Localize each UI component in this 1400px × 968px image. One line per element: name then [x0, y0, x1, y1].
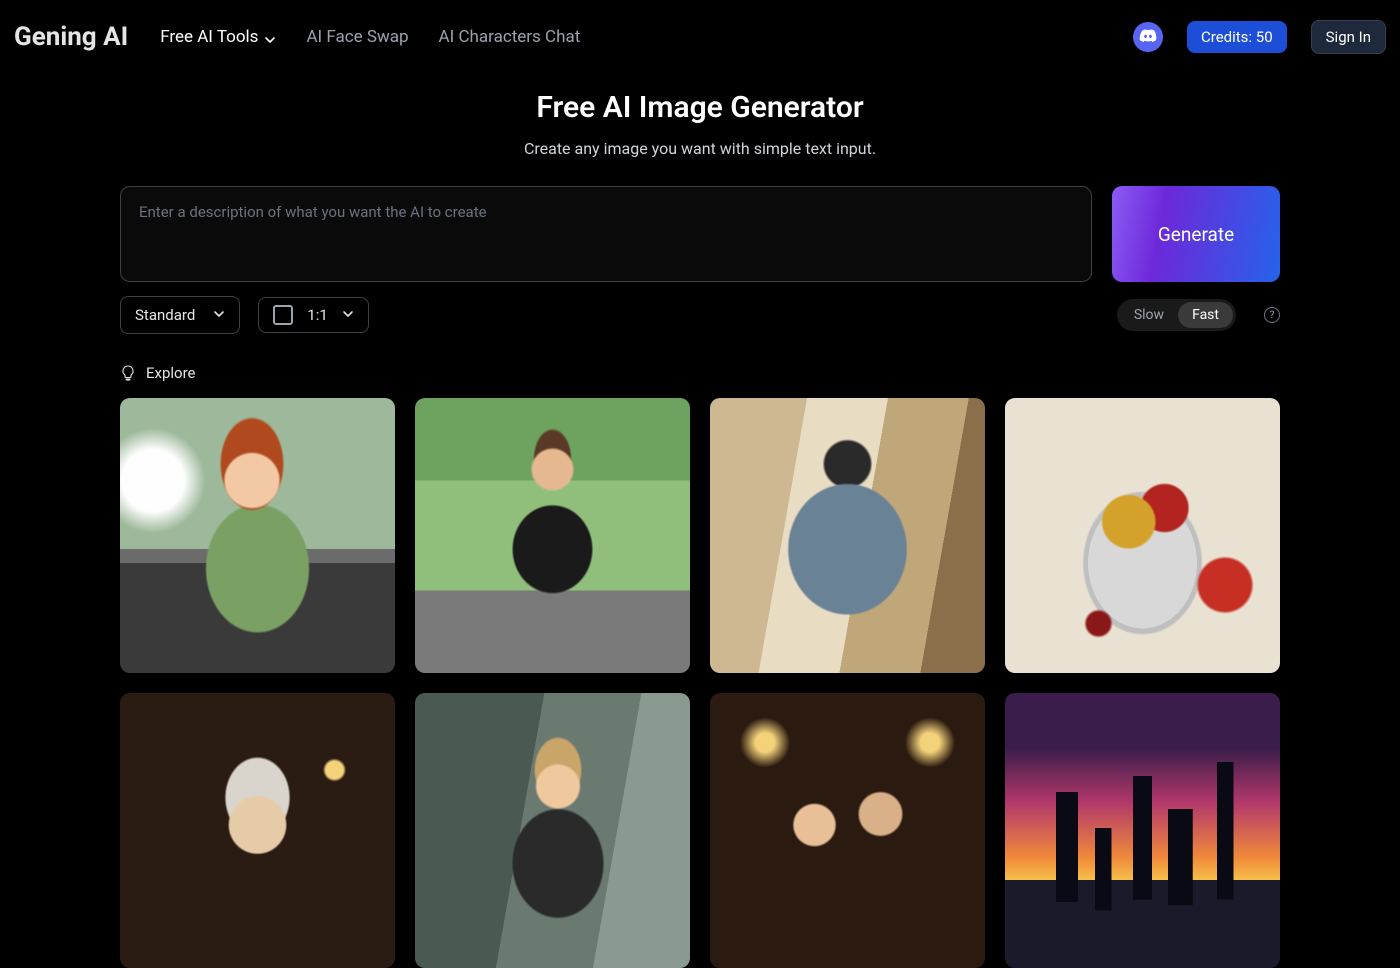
navbar: Gening AI Free AI Tools AI Face Swap AI … — [0, 0, 1400, 74]
lightbulb-icon — [120, 365, 136, 381]
chevron-down-icon — [342, 306, 354, 324]
speed-fast-option[interactable]: Fast — [1178, 302, 1233, 328]
sign-in-button[interactable]: Sign In — [1311, 20, 1386, 54]
gallery-tile[interactable] — [120, 398, 395, 673]
aspect-ratio-label: 1:1 — [307, 306, 328, 324]
nav-free-ai-tools[interactable]: Free AI Tools — [160, 27, 276, 47]
chevron-down-icon — [264, 31, 276, 43]
model-select[interactable]: Standard — [120, 296, 240, 334]
explore-label: Explore — [146, 364, 196, 382]
help-icon[interactable]: ? — [1264, 307, 1280, 323]
chevron-down-icon — [213, 306, 225, 324]
page-title: Free AI Image Generator — [120, 90, 1280, 125]
nav-characters-chat[interactable]: AI Characters Chat — [439, 27, 581, 47]
page-subtitle: Create any image you want with simple te… — [120, 139, 1280, 158]
aspect-ratio-select[interactable]: 1:1 — [258, 297, 369, 333]
nav-free-ai-tools-label: Free AI Tools — [160, 27, 258, 47]
generate-button[interactable]: Generate — [1112, 186, 1280, 282]
discord-button[interactable] — [1133, 22, 1163, 52]
discord-icon — [1139, 28, 1157, 47]
gallery-tile[interactable] — [415, 693, 690, 968]
prompt-row: Generate — [120, 186, 1280, 282]
brand-logo[interactable]: Gening AI — [14, 22, 128, 52]
prompt-input[interactable] — [120, 186, 1092, 282]
speed-slow-option[interactable]: Slow — [1120, 302, 1178, 328]
aspect-ratio-icon — [273, 305, 293, 325]
explore-header: Explore — [120, 364, 1280, 382]
controls-row: Standard 1:1 Slow Fast ? — [120, 296, 1280, 334]
main-content: Free AI Image Generator Create any image… — [100, 90, 1300, 968]
nav-links: Free AI Tools AI Face Swap AI Characters… — [160, 27, 580, 47]
gallery-tile[interactable] — [710, 693, 985, 968]
explore-gallery — [120, 398, 1280, 968]
gallery-tile[interactable] — [1005, 398, 1280, 673]
nav-face-swap[interactable]: AI Face Swap — [306, 27, 408, 47]
gallery-tile[interactable] — [120, 693, 395, 968]
model-select-label: Standard — [135, 306, 195, 324]
gallery-tile[interactable] — [710, 398, 985, 673]
speed-toggle: Slow Fast — [1117, 299, 1236, 331]
credits-button[interactable]: Credits: 50 — [1187, 21, 1287, 53]
gallery-tile[interactable] — [415, 398, 690, 673]
gallery-tile[interactable] — [1005, 693, 1280, 968]
